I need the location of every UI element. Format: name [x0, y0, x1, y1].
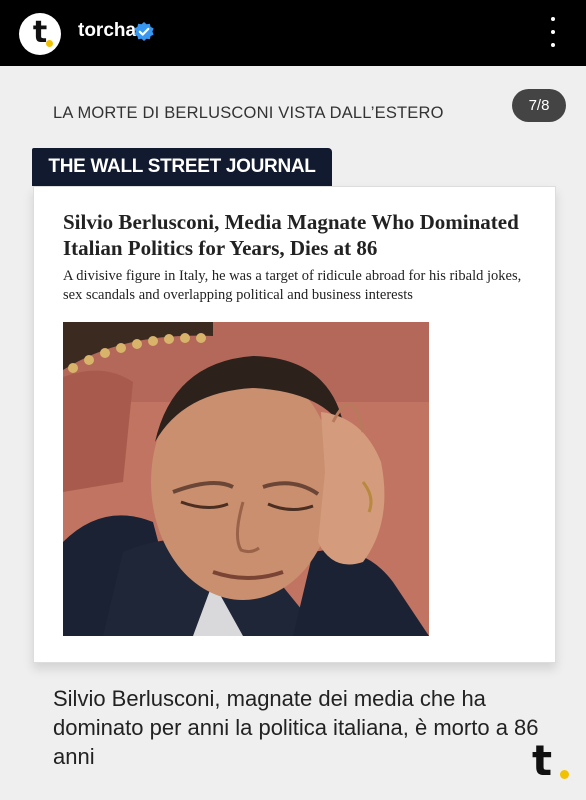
article-subheadline: A divisive figure in Italy, he was a tar… — [63, 268, 522, 303]
brand-logo-dot — [560, 770, 569, 779]
section-title: LA MORTE DI BERLUSCONI VISTA DALL’ESTERO — [53, 104, 444, 122]
article-headline: Silvio Berlusconi, Media Magnate Who Dom… — [63, 210, 519, 260]
portrait-photo — [63, 322, 429, 636]
post-caption: Silvio Berlusconi, magnate dei media che… — [53, 686, 539, 769]
brand-logo-letter: t — [532, 736, 553, 785]
avatar-letter: t — [32, 14, 48, 50]
avatar-dot — [46, 40, 53, 47]
more-vertical-icon[interactable] — [545, 17, 561, 47]
source-label: THE WALL STREET JOURNAL — [32, 148, 332, 186]
avatar[interactable]: t — [19, 13, 61, 55]
verified-badge-icon — [134, 22, 154, 41]
page-indicator-badge: 7/8 — [512, 89, 566, 122]
brand-logo: t — [530, 736, 574, 788]
article-card: Silvio Berlusconi, Media Magnate Who Dom… — [33, 186, 556, 663]
username[interactable]: torcha — [78, 20, 136, 42]
top-bar: t torcha — [0, 0, 586, 66]
